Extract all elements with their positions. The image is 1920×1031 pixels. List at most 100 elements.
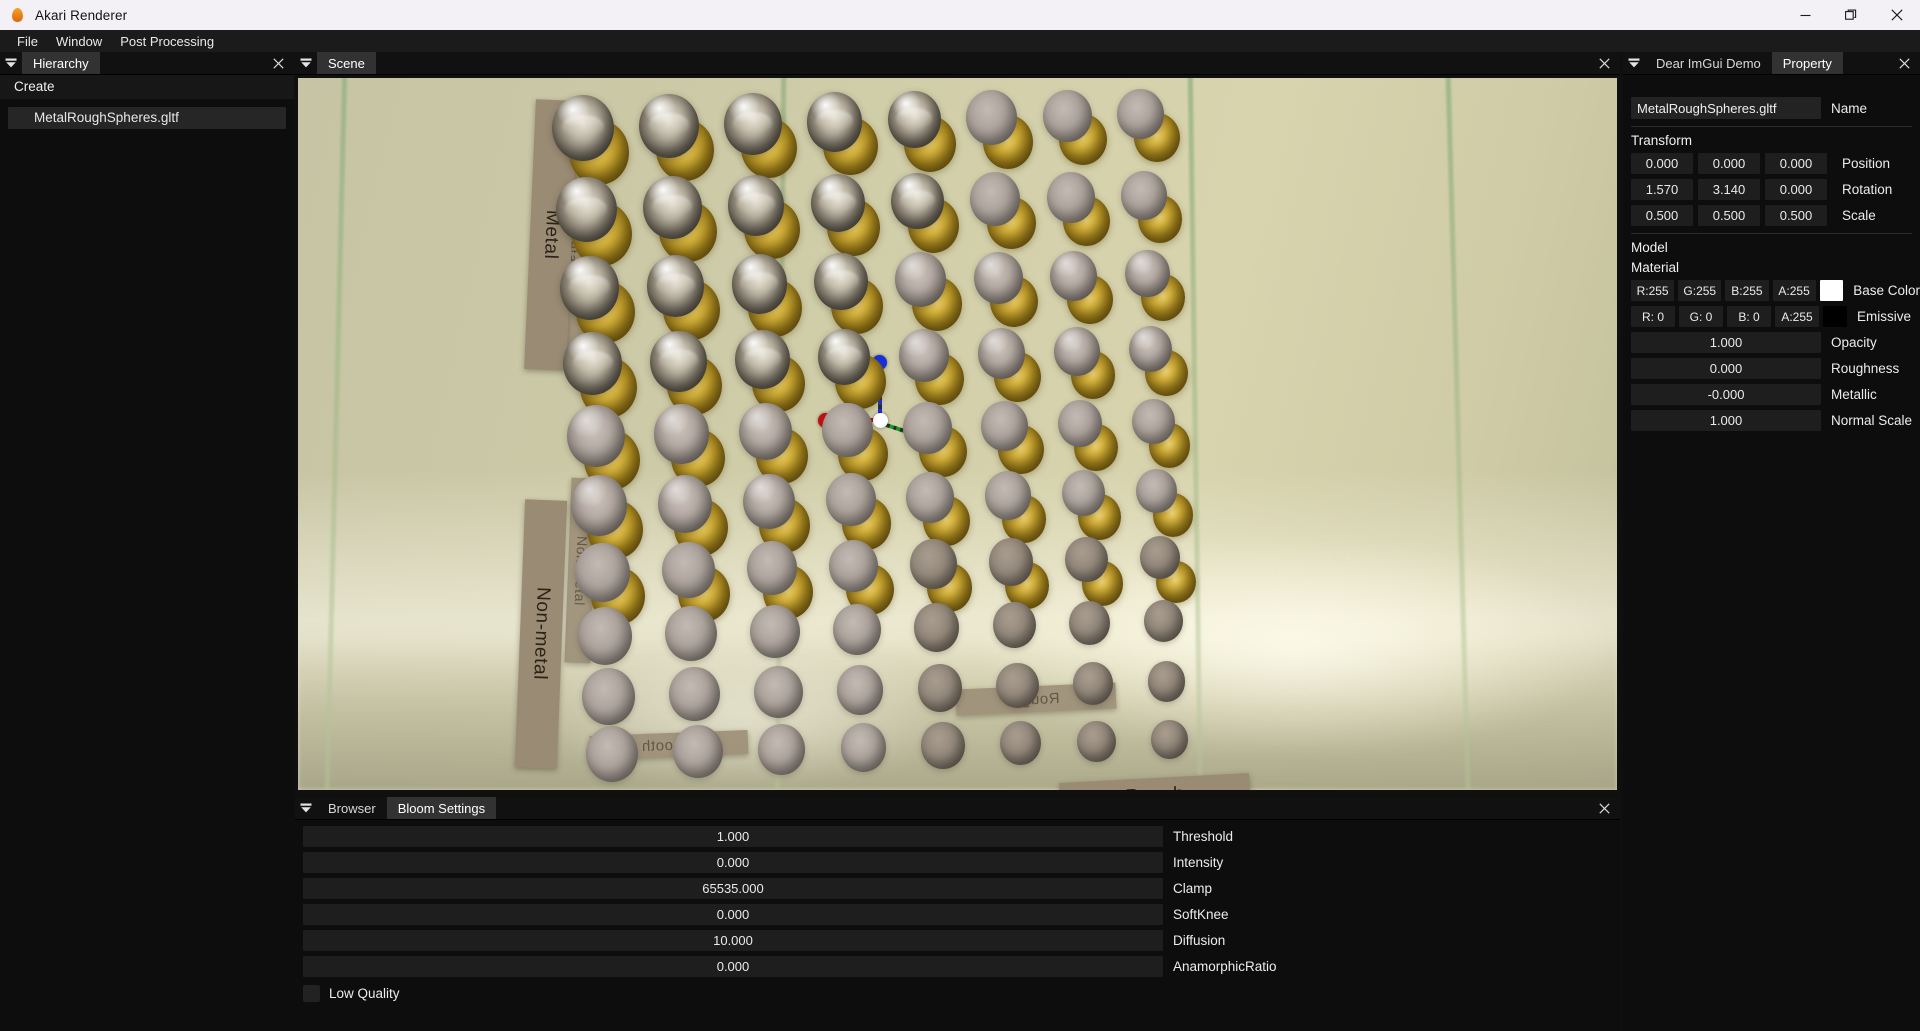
scene-sphere — [806, 92, 863, 152]
rotation-x-field[interactable]: 1.570 — [1631, 179, 1693, 200]
menu-post-processing[interactable]: Post Processing — [111, 32, 223, 51]
hierarchy-close-icon[interactable] — [266, 52, 290, 75]
scene-panel: Scene Metal Metal Non-metal Smooth Rough — [295, 52, 1620, 794]
emissive-row: R: 0 G: 0 B: 0 A:255 Emissive — [1631, 306, 1920, 327]
scene-sphere — [810, 174, 865, 233]
metallic-field[interactable]: -0.000 — [1631, 384, 1821, 405]
scene-viewport-3d[interactable]: Metal Metal Non-metal Non-metal Smooth R… — [298, 78, 1617, 790]
scene-sphere — [895, 252, 947, 308]
transform-rotation-row: 1.570 3.140 0.000 Rotation — [1631, 179, 1920, 200]
opacity-field[interactable]: 1.000 — [1631, 332, 1821, 353]
bloom-softknee-field[interactable]: 0.000 — [303, 904, 1163, 925]
bloom-row-clamp: 65535.000 Clamp — [295, 878, 1620, 899]
dock-menu-caret-icon[interactable] — [295, 52, 317, 74]
maximize-restore-button[interactable] — [1828, 0, 1874, 30]
scene-sphere — [654, 404, 710, 464]
emissive-swatch[interactable] — [1823, 306, 1847, 327]
rotation-z-field[interactable]: 0.000 — [1765, 179, 1827, 200]
dock-menu-caret-icon[interactable] — [295, 797, 317, 819]
position-x-field[interactable]: 0.000 — [1631, 153, 1693, 174]
rotation-y-field[interactable]: 3.140 — [1698, 179, 1760, 200]
scale-x-field[interactable]: 0.500 — [1631, 205, 1693, 226]
bloom-low-quality-row: Low Quality — [303, 982, 1620, 1004]
base-color-r-field[interactable]: R:255 — [1631, 280, 1675, 301]
dock-menu-caret-icon[interactable] — [0, 52, 22, 74]
scene-close-icon[interactable] — [1592, 52, 1616, 75]
property-panel-close-icon[interactable] — [1892, 52, 1916, 75]
scene-sphere — [578, 606, 633, 665]
base-color-swatch[interactable] — [1819, 280, 1844, 301]
scene-sphere — [555, 177, 617, 243]
scene-sphere — [814, 253, 868, 311]
dock-menu-caret-icon[interactable] — [1623, 52, 1645, 74]
scale-y-field[interactable]: 0.500 — [1698, 205, 1760, 226]
scene-sphere — [913, 603, 960, 652]
tab-scene[interactable]: Scene — [317, 52, 376, 74]
base-color-a-field[interactable]: A:255 — [1772, 280, 1816, 301]
roughness-field[interactable]: 0.000 — [1631, 358, 1821, 379]
emissive-r-field[interactable]: R: 0 — [1631, 306, 1675, 327]
bottom-tabbar: Browser Bloom Settings — [295, 797, 1620, 820]
scene-sphere — [723, 93, 782, 155]
dock-workspace: Hierarchy Create MetalRoughSpheres.gltf … — [0, 52, 1920, 1031]
tab-bloom-settings[interactable]: Bloom Settings — [386, 797, 497, 819]
main-menubar: File Window Post Processing — [0, 30, 1920, 52]
low-quality-checkbox[interactable] — [303, 984, 320, 1002]
close-button[interactable] — [1874, 0, 1920, 30]
bloom-intensity-field[interactable]: 0.000 — [303, 852, 1163, 873]
scene-sphere — [887, 91, 941, 149]
tab-hierarchy[interactable]: Hierarchy — [22, 52, 100, 74]
emissive-b-field[interactable]: B: 0 — [1727, 306, 1771, 327]
scene-sphere — [906, 471, 955, 523]
roughness-row: 0.000 Roughness — [1631, 358, 1920, 379]
scene-sphere — [669, 666, 720, 722]
scene-sphere — [898, 328, 949, 383]
scene-sphere — [552, 95, 614, 162]
scene-sphere — [902, 401, 952, 454]
hierarchy-create-menu[interactable]: Create — [0, 75, 294, 99]
scene-sphere — [574, 542, 630, 602]
tab-browser[interactable]: Browser — [317, 797, 387, 819]
bottom-dock-panel: Browser Bloom Settings 1.000 Threshold 0… — [295, 797, 1620, 1031]
base-color-b-field[interactable]: B:255 — [1725, 280, 1769, 301]
scene-sphere — [970, 172, 1021, 227]
tab-property[interactable]: Property — [1771, 52, 1843, 74]
normal-scale-field[interactable]: 1.000 — [1631, 410, 1821, 431]
base-color-row: R:255 G:255 B:255 A:255 Base Color — [1631, 280, 1920, 301]
low-quality-label: Low Quality — [329, 985, 400, 1001]
bloom-clamp-field[interactable]: 65535.000 — [303, 878, 1163, 899]
bloom-diffusion-label: Diffusion — [1173, 933, 1226, 948]
bloom-diffusion-field[interactable]: 10.000 — [303, 930, 1163, 951]
scene-sphere — [1147, 661, 1186, 702]
object-name-input[interactable]: MetalRoughSpheres.gltf — [1631, 97, 1821, 119]
menu-window[interactable]: Window — [47, 32, 111, 51]
bloom-row-diffusion: 10.000 Diffusion — [295, 930, 1620, 951]
scene-sphere — [1121, 170, 1167, 220]
minimize-button[interactable] — [1782, 0, 1828, 30]
transform-position-row: 0.000 0.000 0.000 Position — [1631, 153, 1920, 174]
base-color-g-field[interactable]: G:255 — [1678, 280, 1722, 301]
window-titlebar: Akari Renderer — [0, 0, 1920, 30]
tab-dear-imgui-demo[interactable]: Dear ImGui Demo — [1645, 52, 1772, 74]
base-color-label: Base Color — [1853, 283, 1920, 298]
transform-section-title: Transform — [1631, 133, 1693, 148]
emissive-a-field[interactable]: A:255 — [1775, 306, 1819, 327]
scale-z-field[interactable]: 0.500 — [1765, 205, 1827, 226]
scale-label: Scale — [1842, 208, 1876, 223]
position-label: Position — [1842, 156, 1891, 171]
position-y-field[interactable]: 0.000 — [1698, 153, 1760, 174]
emissive-g-field[interactable]: G: 0 — [1679, 306, 1723, 327]
scene-sphere — [891, 173, 944, 230]
property-body: MetalRoughSpheres.gltf Name Transform 0.… — [1623, 76, 1920, 1031]
menu-file[interactable]: File — [8, 32, 47, 51]
bloom-anamorphicratio-field[interactable]: 0.000 — [303, 956, 1163, 977]
position-z-field[interactable]: 0.000 — [1765, 153, 1827, 174]
bloom-threshold-field[interactable]: 1.000 — [303, 826, 1163, 847]
bottom-panel-close-icon[interactable] — [1592, 797, 1616, 820]
hierarchy-item-metalroughspheres[interactable]: MetalRoughSpheres.gltf — [8, 107, 286, 129]
opacity-label: Opacity — [1831, 335, 1877, 350]
bloom-intensity-label: Intensity — [1173, 855, 1224, 870]
gizmo-center-handle[interactable] — [873, 413, 888, 428]
normal-scale-row: 1.000 Normal Scale — [1631, 410, 1920, 431]
scene-tabbar: Scene — [295, 52, 1620, 75]
